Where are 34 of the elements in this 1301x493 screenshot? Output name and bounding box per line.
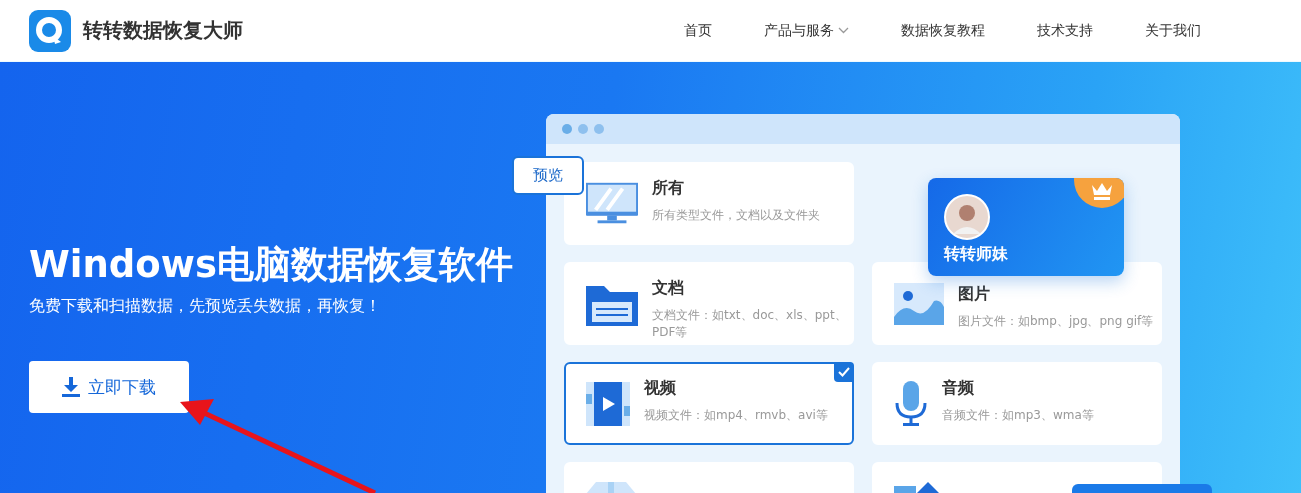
nav-link[interactable]: 数据恢复教程	[901, 21, 985, 40]
file-type-card[interactable]: 所有 所有类型文件，文档以及文件夹	[564, 162, 854, 245]
card-description: 文档文件：如txt、doc、xls、ppt、PDF等	[652, 307, 848, 341]
nav-link[interactable]: 关于我们	[1145, 21, 1201, 40]
hero-title: Windows电脑数据恢复软件	[29, 242, 514, 288]
microphone-icon	[894, 380, 928, 427]
monitor-icon	[586, 181, 638, 226]
video-icon	[586, 381, 630, 426]
avatar	[944, 194, 990, 240]
download-button[interactable]: 立即下载	[29, 361, 189, 413]
check-icon	[834, 362, 854, 382]
logo-icon	[29, 9, 71, 52]
file-type-card[interactable]: 音频 音频文件：如mp3、wma等	[872, 362, 1162, 445]
card-title: 图片	[958, 284, 991, 305]
brand-name: 转转数据恢复大师	[83, 17, 243, 44]
card-title: 视频	[644, 378, 677, 399]
download-icon	[62, 377, 80, 397]
image-icon	[894, 282, 944, 325]
card-title: 所有	[652, 178, 685, 199]
card-description: 音频文件：如mp3、wma等	[942, 407, 1095, 424]
nav-link[interactable]: 技术支持	[1037, 21, 1093, 40]
hero-subtitle: 免费下载和扫描数据，先预览丢失数据，再恢复！	[29, 296, 382, 317]
chevron-icon	[838, 27, 849, 34]
file-type-card[interactable]: 文档 文档文件：如txt、doc、xls、ppt、PDF等	[564, 262, 854, 345]
card-title: 音频	[942, 378, 975, 399]
card-title: 文档	[652, 278, 685, 299]
card-description: 所有类型文件，文档以及文件夹	[652, 207, 821, 224]
card-description: 图片文件：如bmp、jpg、png gif等	[958, 313, 1155, 330]
nav-link[interactable]: 首页	[684, 21, 712, 40]
preview-tag: 预览	[512, 156, 584, 195]
card-description: 视频文件：如mp4、rmvb、avi等	[644, 407, 829, 424]
nav-link[interactable]: 产品与服务	[764, 21, 849, 40]
profile-name: 转转师妹	[944, 244, 1008, 265]
file-type-card[interactable]: 视频 视频文件：如mp4、rmvb、avi等	[564, 362, 854, 445]
